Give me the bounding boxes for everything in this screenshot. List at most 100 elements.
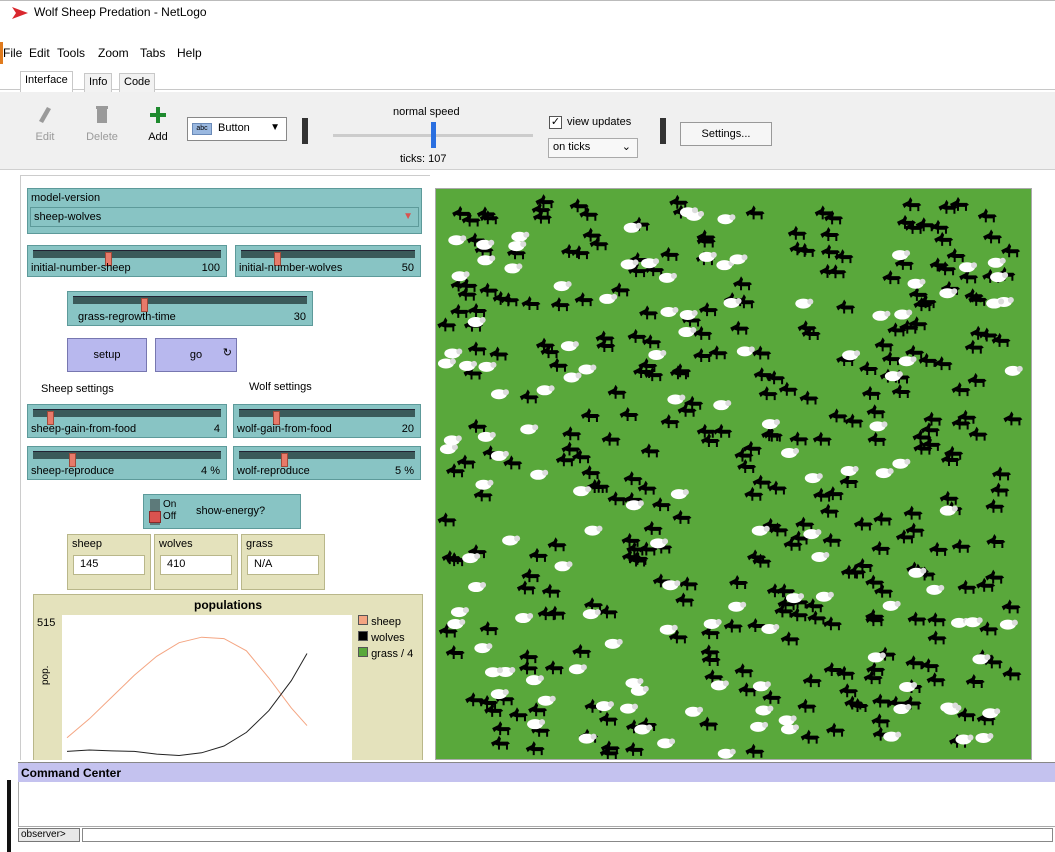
slider-label: wolf-gain-from-food: [237, 423, 332, 435]
sheep-head: [456, 348, 463, 355]
view-updates-checkbox[interactable]: ✓: [549, 116, 562, 129]
toolbar-divider: [660, 118, 666, 144]
go-label: go: [189, 349, 203, 361]
command-input[interactable]: [82, 828, 1053, 842]
menu-file[interactable]: File: [3, 46, 22, 60]
sheep-head: [951, 505, 958, 512]
wolf-turtle: [450, 303, 470, 318]
sheep-head: [1002, 272, 1009, 279]
wolf-turtle: [979, 621, 999, 636]
switch-on-label: On: [163, 499, 177, 510]
initial-number-sheep-slider[interactable]: initial-number-sheep 100: [27, 245, 227, 277]
chevron-down-icon: ▼: [270, 122, 280, 133]
tab-interface[interactable]: Interface: [20, 71, 73, 92]
wolf-turtle: [456, 454, 476, 469]
speed-slider-thumb[interactable]: [431, 122, 436, 148]
wolf-turtle: [780, 631, 800, 646]
wolf-turtle: [693, 348, 713, 363]
wolf-reproduce-slider[interactable]: wolf-reproduce 5 %: [233, 446, 421, 480]
wolf-turtle: [468, 418, 488, 433]
wolf-gain-from-food-slider[interactable]: wolf-gain-from-food 20: [233, 404, 421, 438]
wolf-turtle: [652, 497, 672, 512]
delete-button[interactable]: Delete: [82, 106, 122, 143]
widget-type-select[interactable]: abc Button ▼: [187, 117, 287, 141]
show-energy-switch[interactable]: On Off show-energy?: [143, 494, 301, 529]
chooser-label: model-version: [31, 192, 101, 204]
monitor-label: sheep: [72, 538, 102, 550]
observer-prompt-select[interactable]: observer>: [18, 828, 80, 842]
legend-swatch: [358, 615, 368, 625]
sheep-reproduce-slider[interactable]: sheep-reproduce 4 %: [27, 446, 227, 480]
tab-code[interactable]: Code: [119, 73, 156, 92]
wolf-turtle: [445, 644, 465, 659]
sheep-head: [674, 580, 681, 587]
settings-button[interactable]: Settings...: [680, 122, 772, 146]
wolf-turtle: [672, 509, 692, 524]
wolf-turtle: [437, 512, 457, 527]
wolf-turtle: [679, 576, 699, 591]
wolf-turtle: [826, 722, 846, 737]
model-version-chooser[interactable]: model-version sheep-wolves ▼: [27, 188, 422, 234]
sheep-head: [715, 618, 722, 625]
grass-regrowth-time-slider[interactable]: grass-regrowth-time 30: [67, 291, 313, 326]
sheep-head: [590, 364, 597, 371]
initial-number-wolves-slider[interactable]: initial-number-wolves 50: [235, 245, 421, 277]
menu-edit[interactable]: Edit: [29, 46, 50, 60]
plot-title: populations: [194, 598, 262, 612]
slider-knob[interactable]: [141, 298, 149, 312]
wolf-turtle: [813, 487, 833, 502]
world-view[interactable]: [435, 188, 1032, 760]
wolf-turtle: [693, 325, 713, 340]
sheep-head: [994, 708, 1001, 715]
divider-strip: [7, 780, 11, 852]
sheep-head: [919, 278, 926, 285]
chooser-dropdown[interactable]: sheep-wolves ▼: [30, 207, 419, 227]
sheep-head: [952, 702, 959, 709]
wolf-turtle: [467, 341, 487, 356]
plot-y-max: 515: [37, 617, 56, 629]
wolf-turtle: [844, 695, 864, 710]
wolf-turtle: [699, 716, 719, 731]
chevron-down-icon: ⌄: [621, 141, 631, 153]
wolf-turtle: [951, 538, 971, 553]
setup-button[interactable]: setup: [67, 338, 147, 372]
slider-trough: [239, 451, 415, 467]
wolf-turtle: [550, 297, 570, 312]
menu-help[interactable]: Help: [177, 46, 202, 60]
sheep-head: [729, 214, 736, 221]
wolf-turtle: [669, 194, 689, 209]
wolf-turtle: [872, 693, 892, 708]
wolf-turtle: [863, 670, 883, 685]
go-button[interactable]: go ↻: [155, 338, 237, 372]
sheep-head: [691, 309, 698, 316]
sheep-head: [1007, 296, 1014, 303]
wolf-turtle: [795, 516, 815, 531]
wolf-turtle: [546, 605, 566, 620]
sheep-head: [611, 293, 618, 300]
wolf-turtle: [820, 503, 840, 518]
sheep-head: [575, 372, 582, 379]
edit-button[interactable]: Edit: [25, 106, 65, 143]
update-mode-select[interactable]: on ticks ⌄: [548, 138, 638, 158]
wolf-turtle: [492, 721, 512, 736]
wolf-turtle: [853, 516, 873, 531]
menu-tools[interactable]: Tools: [57, 46, 85, 60]
menu-zoom[interactable]: Zoom: [98, 46, 129, 60]
world-canvas[interactable]: [436, 189, 1032, 760]
wolf-turtle: [437, 317, 457, 332]
slider-trough: [73, 296, 307, 312]
sheep-head: [662, 538, 669, 545]
slider-value: 50: [401, 262, 414, 274]
sheep-head: [987, 732, 994, 739]
sheep-gain-from-food-slider[interactable]: sheep-gain-from-food 4: [27, 404, 227, 438]
menu-tabs[interactable]: Tabs: [140, 46, 165, 60]
add-button[interactable]: Add: [138, 106, 178, 143]
sheep-head: [490, 361, 497, 368]
wolf-turtle: [926, 672, 946, 687]
tab-info[interactable]: Info: [84, 73, 113, 92]
wolf-turtle: [699, 302, 719, 317]
populations-plot: populations 515 pop. sheep wolves grass …: [33, 594, 423, 760]
switch-knob[interactable]: [149, 511, 161, 523]
sheep-head: [854, 350, 861, 357]
legend-item: sheep: [358, 615, 413, 631]
